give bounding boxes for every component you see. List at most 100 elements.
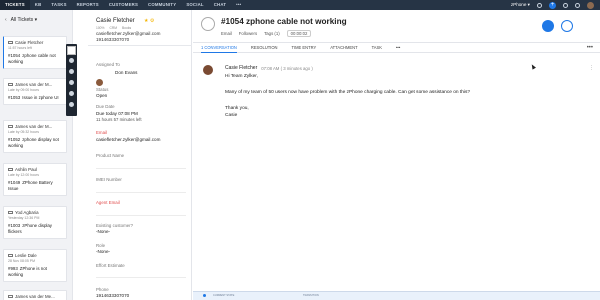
role-value[interactable]: -None- — [96, 249, 110, 254]
view-selector[interactable]: ‹ All Tickets ▾ — [0, 10, 72, 30]
agent-avatar — [96, 79, 103, 86]
star-icon: ★ ⚙ — [144, 18, 155, 24]
nav-tab-customers[interactable]: CUSTOMERS — [104, 0, 143, 10]
status-value[interactable]: Open — [96, 93, 107, 98]
sender-line: Casie Fletcher 07:08 AM ( 3 minutes ago … — [225, 65, 313, 71]
field-label: Product Name — [96, 153, 125, 158]
nav-tab-chat[interactable]: CHAT — [209, 0, 231, 10]
ticket-header: #1054 zphone cable not working Email Fol… — [193, 10, 600, 43]
ticket-card[interactable]: James van der M... Late by 09:00 hours #… — [3, 78, 67, 105]
ticket-card[interactable]: Ashlin Paul Late by 12:00 hours #1049 ZPh… — [3, 163, 67, 196]
clock-icon[interactable] — [69, 91, 74, 96]
field-underline — [96, 277, 186, 278]
field-underline — [96, 215, 186, 216]
current-state-label: CURRENT STATE — [213, 294, 235, 297]
field-label: Email — [96, 130, 107, 135]
tab-more[interactable]: ••• — [396, 43, 400, 53]
info-icon[interactable] — [69, 80, 74, 85]
tab-time-entry[interactable]: TIME ENTRY — [292, 43, 317, 53]
due-date-remaining: 11 hours 57 minutes left — [96, 117, 142, 122]
email-icon — [8, 82, 13, 87]
contact-icon[interactable] — [69, 58, 74, 63]
email-icon — [8, 294, 13, 299]
channel-email[interactable]: Email — [221, 31, 232, 36]
more-options-icon[interactable]: ••• — [587, 43, 593, 53]
email-icon — [8, 124, 13, 129]
ticket-tabs: 1 CONVERSATION RESOLUTION TIME ENTRY ATT… — [193, 43, 600, 53]
field-label: Status — [96, 87, 109, 92]
field-label: IMEI Number — [96, 177, 122, 182]
ticket-title: #1054 zphone cable not working — [221, 17, 347, 26]
sender-name[interactable]: Casie Fletcher — [225, 65, 257, 71]
department-selector[interactable]: zPhone ▾ — [511, 2, 530, 8]
comment-button[interactable] — [561, 20, 573, 32]
nav-tab-more[interactable]: ••• — [231, 0, 246, 10]
field-underline — [96, 192, 186, 193]
gear-icon[interactable] — [575, 2, 580, 8]
nav-tab-tasks[interactable]: TASKS — [46, 0, 71, 10]
ticket-detail: #1054 zphone cable not working Email Fol… — [193, 10, 600, 300]
ticket-card[interactable]: Leslie Dale 28 Nov 08:05 PM #993 ZPhone i… — [3, 249, 67, 282]
existing-customer-value[interactable]: -None- — [96, 229, 110, 234]
nav-tab-community[interactable]: COMMUNITY — [143, 0, 181, 10]
chevron-left-icon[interactable]: ‹ — [5, 17, 7, 23]
message-line: Many of my team of 50 users now have pro… — [225, 90, 471, 95]
bell-icon[interactable] — [563, 2, 568, 8]
followers[interactable]: Followers — [239, 31, 257, 36]
message-line: Casie — [225, 113, 238, 118]
assigned-agent[interactable]: Don Evans — [115, 70, 137, 75]
field-label: Due Date — [96, 104, 115, 109]
message-line: Thank you, — [225, 106, 249, 111]
nav-tab-social[interactable]: SOCIAL — [181, 0, 208, 10]
field-label: Agent Email — [96, 200, 120, 205]
ticket-icon — [201, 17, 215, 31]
layers-icon[interactable] — [69, 102, 74, 107]
transition-label: TRANSITION — [303, 294, 319, 297]
sent-time: 07:08 AM ( 3 minutes ago ) — [261, 65, 313, 71]
top-navigation: TICKETS KB TASKS REPORTS CUSTOMERS COMMU… — [0, 0, 600, 10]
email-icon — [8, 167, 13, 172]
ticket-meta: Email Followers Tags (1) 00:00:02 — [221, 30, 312, 37]
sender-avatar — [203, 65, 213, 75]
contact-panel: Casie Fletcher ★ ⚙ 100% CRM Books casief… — [88, 10, 192, 300]
ticket-card[interactable]: Yod Agbaria Yesterday 12:36 PM #1003 zPho… — [3, 206, 67, 239]
tab-attachment[interactable]: ATTACHMENT — [330, 43, 357, 53]
search-icon[interactable] — [537, 2, 542, 8]
email-icon — [8, 210, 13, 215]
tab-resolution[interactable]: RESOLUTION — [251, 43, 278, 53]
tab-conversation[interactable]: 1 CONVERSATION — [201, 43, 237, 53]
reply-button[interactable] — [542, 20, 554, 32]
nav-tab-kb[interactable]: KB — [30, 0, 47, 10]
user-avatar[interactable] — [587, 1, 594, 9]
side-toolbar — [66, 44, 77, 116]
message-menu-icon[interactable]: ⋮ — [589, 65, 594, 71]
tags[interactable]: Tags (1) — [264, 31, 280, 36]
message-line: Hi Team Zylker, — [225, 74, 258, 79]
field-label: Existing customer? — [96, 223, 134, 228]
contact-email[interactable]: casiefletcher.zylker@gmail.com — [96, 31, 160, 36]
nav-tab-reports[interactable]: REPORTS — [72, 0, 104, 10]
email-value[interactable]: casiefletcher.zylker@gmail.com — [96, 137, 160, 142]
field-label: Effort Estimate — [96, 263, 125, 268]
nav-tab-tickets[interactable]: TICKETS — [0, 0, 30, 10]
state-dot-icon — [203, 294, 206, 297]
ticket-card[interactable]: Casie Fletcher 11:57 hours left #1054 zph… — [3, 36, 67, 69]
conversation-thread: Casie Fletcher 07:08 AM ( 3 minutes ago … — [193, 58, 600, 138]
ticket-card[interactable]: James van der M... Late by 05:32 hours #… — [3, 120, 67, 153]
add-icon[interactable]: + — [549, 1, 556, 9]
contact-phone[interactable]: 1914633307070 — [96, 37, 129, 42]
history-icon[interactable] — [69, 69, 74, 74]
ticket-card[interactable]: James van der Me... — [3, 290, 67, 300]
email-icon — [8, 253, 13, 258]
blueprint-status-bar: CURRENT STATE TRANSITION — [193, 291, 600, 300]
properties-icon[interactable] — [67, 46, 76, 55]
due-date-value[interactable]: Due today 07:08 PM — [96, 111, 138, 116]
tab-task[interactable]: TASK — [372, 43, 382, 53]
phone-value[interactable]: 1914633307070 — [96, 293, 129, 298]
field-label: Assigned To — [96, 62, 120, 67]
field-label: Phone — [96, 287, 109, 292]
contact-badges: 100% CRM Books — [96, 26, 132, 30]
contact-name[interactable]: Casie Fletcher — [96, 18, 135, 24]
ticket-timer[interactable]: 00:00:02 — [286, 30, 312, 37]
field-label: Role — [96, 243, 106, 248]
